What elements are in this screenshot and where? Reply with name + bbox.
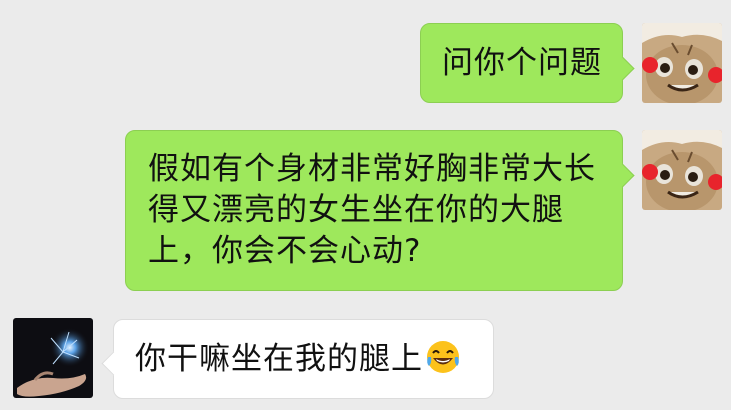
- bubble-tail: [101, 351, 126, 376]
- laughing-tears-emoji-icon: [425, 339, 461, 375]
- self-avatar[interactable]: [642, 130, 722, 210]
- cartoon-cat-avatar-icon: [642, 130, 722, 210]
- glowing-hand-avatar-icon: [13, 318, 93, 398]
- self-avatar[interactable]: [642, 23, 722, 103]
- contact-avatar[interactable]: [13, 318, 93, 398]
- bubble-tail: [610, 163, 635, 188]
- message-text: 问你个问题: [442, 45, 602, 81]
- cartoon-cat-avatar-icon: [642, 23, 722, 103]
- message-text: 你干嘛坐在我的腿上: [135, 341, 423, 377]
- message-bubble-sent[interactable]: 问你个问题: [420, 23, 635, 103]
- message-bubble-sent[interactable]: 假如有个身材非常好胸非常大长得又漂亮的女生坐在你的大腿上，你会不会心动?: [125, 130, 635, 291]
- message-bubble-received[interactable]: 你干嘛坐在我的腿上: [101, 319, 494, 399]
- message-text: 假如有个身材非常好胸非常大长得又漂亮的女生坐在你的大腿上，你会不会心动?: [148, 151, 596, 269]
